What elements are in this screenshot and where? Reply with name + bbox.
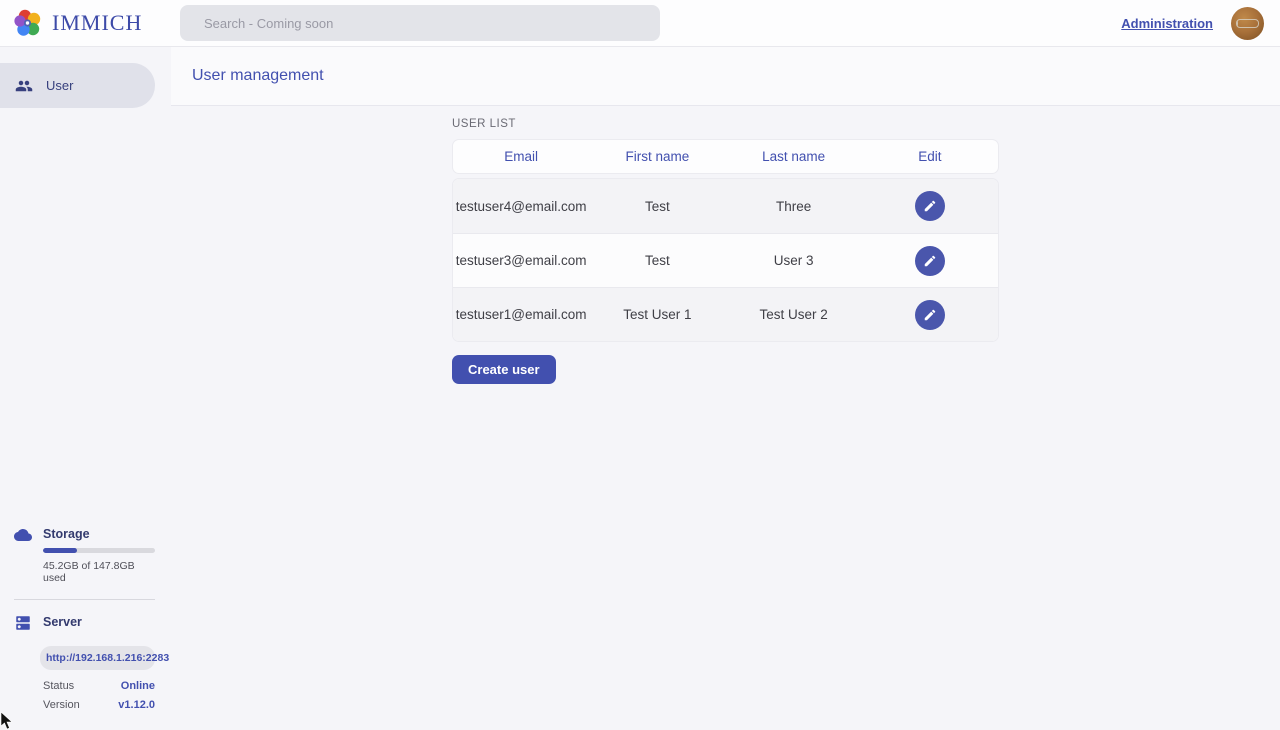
avatar-photo-detail — [1236, 19, 1259, 28]
storage-title: Storage — [43, 525, 155, 541]
main-content: USER LIST Email First name Last name Edi… — [171, 106, 1280, 384]
immich-logo[interactable]: IMMICH — [14, 8, 142, 38]
main-area: User management USER LIST Email First na… — [171, 47, 1280, 730]
table-header-row: Email First name Last name Edit — [452, 139, 999, 174]
status-value: Online — [121, 680, 155, 692]
server-title: Server — [43, 613, 155, 629]
user-email-cell: testuser4@email.com — [453, 199, 589, 214]
user-first-name-cell: Test — [589, 199, 725, 214]
table-body: testuser4@email.com Test Three testuser3… — [452, 178, 999, 342]
storage-progress-track — [43, 548, 155, 553]
user-first-name-cell: Test User 1 — [589, 307, 725, 322]
brand-name: IMMICH — [52, 10, 142, 36]
pencil-icon — [923, 254, 937, 268]
people-icon — [15, 77, 33, 95]
edit-user-button[interactable] — [915, 300, 945, 330]
cloud-icon — [14, 525, 43, 549]
user-avatar[interactable] — [1231, 7, 1264, 40]
user-edit-cell — [862, 191, 998, 221]
storage-section: Storage 45.2GB of 147.8GB used — [14, 525, 155, 584]
sidebar-item-user[interactable]: User — [0, 63, 155, 108]
user-email-cell: testuser3@email.com — [453, 253, 589, 268]
sidebar-item-label: User — [46, 78, 73, 93]
topbar-right: Administration — [1121, 7, 1280, 40]
table-row: testuser4@email.com Test Three — [453, 179, 998, 233]
user-first-name-cell: Test — [589, 253, 725, 268]
dns-server-icon — [14, 613, 43, 637]
pencil-icon — [923, 308, 937, 322]
col-header-email: Email — [453, 149, 589, 164]
status-label: Status — [43, 680, 74, 692]
server-status-row: Status Online — [43, 680, 155, 692]
sidebar: User Storage 45.2GB of 147.8GB used — [0, 47, 171, 730]
server-section: Server — [14, 613, 155, 637]
server-version-row: Version v1.12.0 — [43, 699, 155, 711]
table-row: testuser3@email.com Test User 3 — [453, 233, 998, 287]
administration-link[interactable]: Administration — [1121, 16, 1213, 31]
storage-usage-text: 45.2GB of 147.8GB used — [43, 560, 155, 584]
col-header-first-name: First name — [589, 149, 725, 164]
sidebar-footer: Storage 45.2GB of 147.8GB used Server ht… — [0, 525, 171, 730]
user-last-name-cell: Test User 2 — [726, 307, 862, 322]
storage-progress-fill — [43, 548, 77, 553]
table-row: testuser1@email.com Test User 1 Test Use… — [453, 287, 998, 341]
user-edit-cell — [862, 300, 998, 330]
page-layout: User Storage 45.2GB of 147.8GB used — [0, 47, 1280, 730]
user-last-name-cell: User 3 — [726, 253, 862, 268]
user-table: Email First name Last name Edit testuser… — [452, 139, 999, 342]
col-header-edit: Edit — [862, 149, 998, 164]
col-header-last-name: Last name — [726, 149, 862, 164]
pencil-icon — [923, 199, 937, 213]
user-list-label: USER LIST — [452, 118, 1280, 130]
page-title: User management — [192, 67, 324, 85]
mouse-cursor-artifact — [0, 712, 16, 730]
immich-flower-icon — [14, 8, 44, 38]
user-email-cell: testuser1@email.com — [453, 307, 589, 322]
top-bar: IMMICH Administration — [0, 0, 1280, 47]
edit-user-button[interactable] — [915, 191, 945, 221]
main-header: User management — [171, 47, 1280, 106]
user-last-name-cell: Three — [726, 199, 862, 214]
create-user-button[interactable]: Create user — [452, 355, 556, 384]
edit-user-button[interactable] — [915, 246, 945, 276]
search-input[interactable] — [180, 5, 660, 41]
server-url-badge: http://192.168.1.216:2283 — [40, 646, 155, 670]
sidebar-divider — [14, 599, 155, 600]
user-edit-cell — [862, 246, 998, 276]
version-value: v1.12.0 — [118, 699, 155, 711]
version-label: Version — [43, 699, 80, 711]
